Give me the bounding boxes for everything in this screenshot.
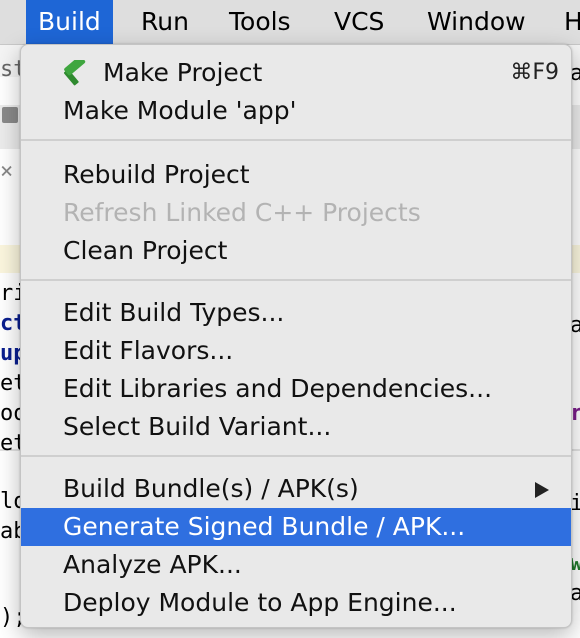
menu-separator xyxy=(21,139,571,141)
menu-help[interactable]: H xyxy=(552,0,580,44)
menu-separator xyxy=(21,279,571,281)
menu-window[interactable]: Window xyxy=(415,0,538,44)
select-build-variant-item[interactable]: Select Build Variant... xyxy=(21,408,571,446)
hammer-icon xyxy=(63,60,86,86)
analyze-apk-item[interactable]: Analyze APK... xyxy=(21,546,571,584)
submenu-arrow-icon xyxy=(535,482,549,498)
edit-libraries-item[interactable]: Edit Libraries and Dependencies... xyxy=(21,370,571,408)
menu-vcs[interactable]: VCS xyxy=(322,0,396,44)
make-project-shortcut: ⌘F9 xyxy=(510,60,559,85)
build-bundle-apk-label: Build Bundle(s) / APK(s) xyxy=(63,474,359,503)
deploy-module-item[interactable]: Deploy Module to App Engine... xyxy=(21,584,571,622)
close-icon: × xyxy=(0,159,14,184)
edit-flavors-item[interactable]: Edit Flavors... xyxy=(21,332,571,370)
clean-project-item[interactable]: Clean Project xyxy=(21,232,571,270)
build-bundle-apk-item[interactable]: Build Bundle(s) / APK(s) xyxy=(21,470,571,508)
menu-run[interactable]: Run xyxy=(129,0,201,44)
folder-icon xyxy=(2,107,18,123)
edit-build-types-item[interactable]: Edit Build Types... xyxy=(21,294,571,332)
make-module-item[interactable]: Make Module 'app' xyxy=(21,92,571,130)
menu-separator xyxy=(21,455,571,457)
generate-signed-bundle-item[interactable]: Generate Signed Bundle / APK... xyxy=(21,508,571,546)
build-menu: Make Project ⌘F9 Make Module 'app' Rebui… xyxy=(20,44,572,628)
menu-tools[interactable]: Tools xyxy=(217,0,303,44)
rebuild-project-item[interactable]: Rebuild Project xyxy=(21,156,571,194)
menu-build[interactable]: Build xyxy=(26,0,113,44)
menu-bar: Build Run Tools VCS Window H xyxy=(0,0,580,45)
make-project-label: Make Project xyxy=(103,58,263,87)
make-project-item[interactable]: Make Project ⌘F9 xyxy=(21,54,571,92)
refresh-linked-cpp-item: Refresh Linked C++ Projects xyxy=(63,198,421,227)
